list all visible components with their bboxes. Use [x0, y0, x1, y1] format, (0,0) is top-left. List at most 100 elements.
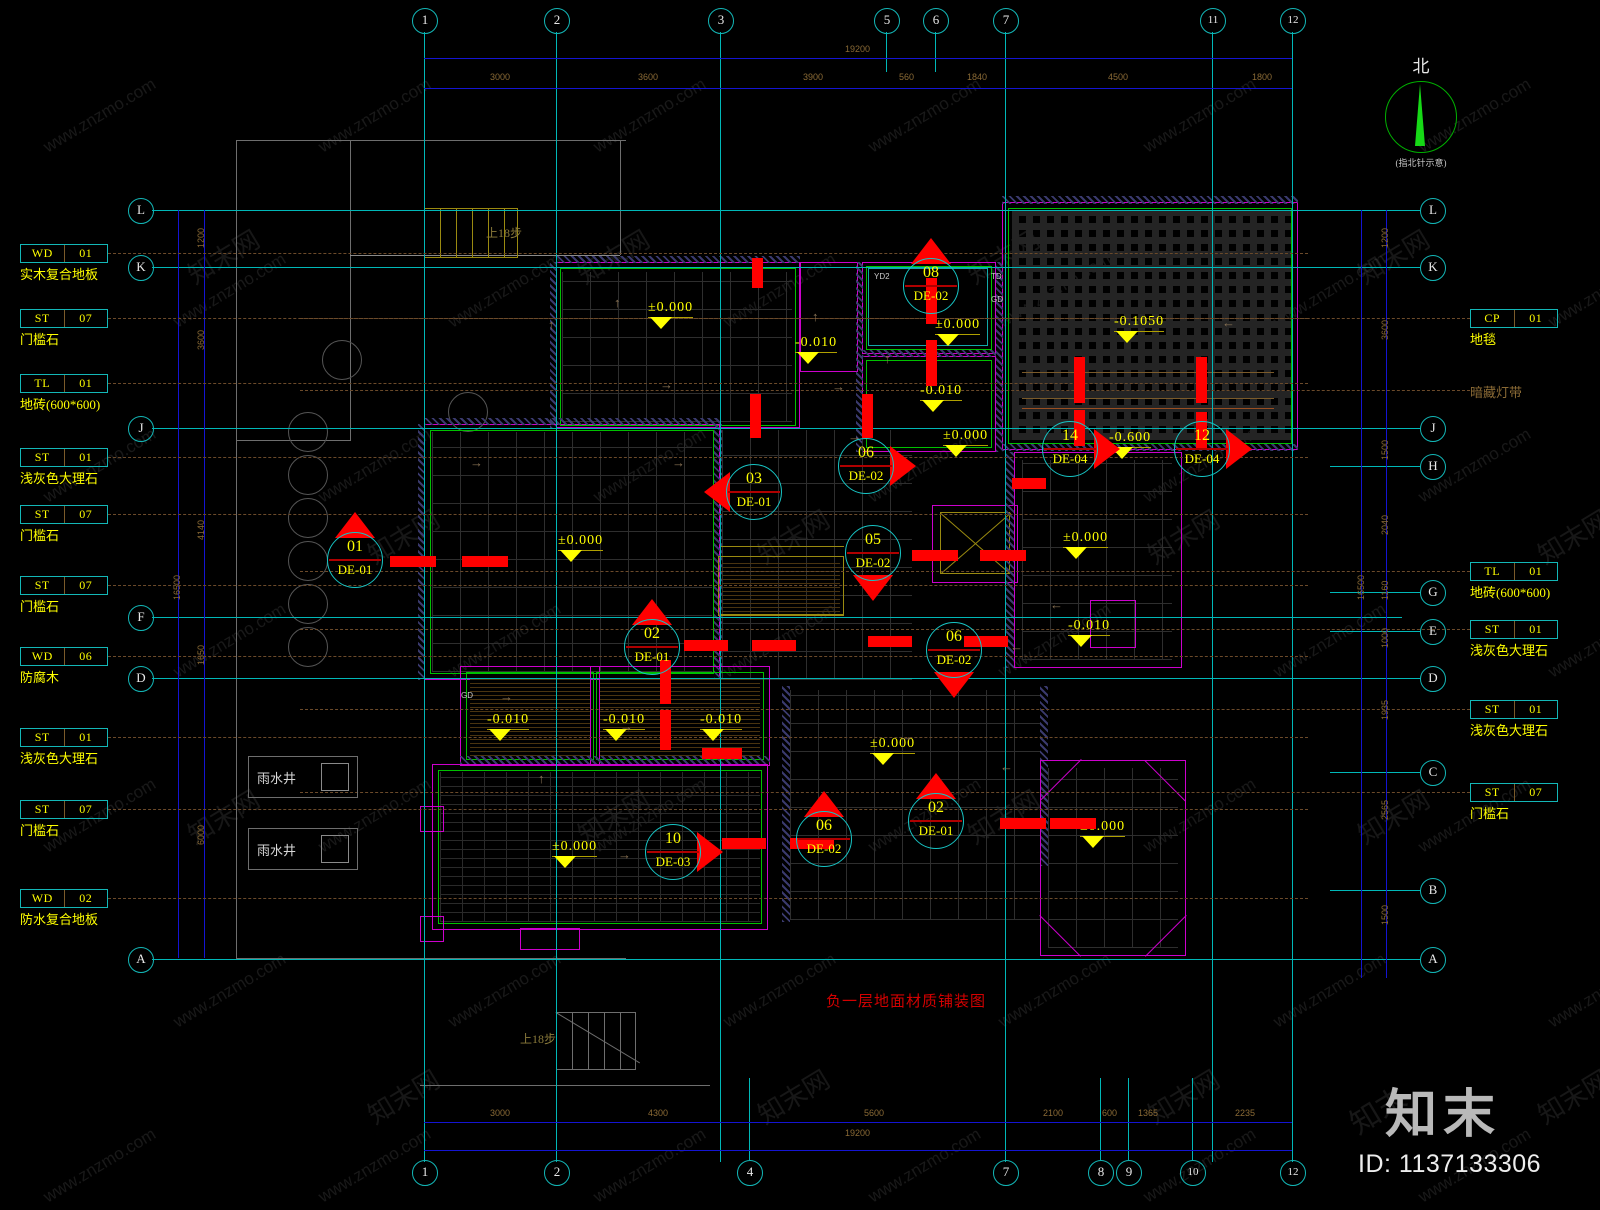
grid-bubble-right-G: G — [1420, 580, 1446, 606]
grid-line-right-H — [1330, 466, 1420, 467]
watermark-logo-text: 知末网 — [183, 224, 265, 291]
watermark-text: www.znzmo.com — [315, 424, 435, 507]
legend-right-item-0[interactable]: CP 01 地毯 — [1470, 309, 1558, 348]
legend-right-item-2[interactable]: TL 01 地砖(600*600) — [1470, 562, 1558, 601]
detail-callout-08-0[interactable]: 08 DE-02 — [903, 238, 959, 314]
compass-ring — [1385, 81, 1457, 153]
legend-left-item-9[interactable]: WD 02 防水复合地板 — [20, 889, 108, 928]
detail-callout-06-4[interactable]: 06 DE-02 — [838, 438, 916, 494]
level-mark-10: -0.010 — [487, 712, 530, 741]
level-mark-3: -0.010 — [920, 383, 963, 412]
flow-arrow-13-icon: → — [620, 719, 633, 734]
legend-left-item-8[interactable]: ST 07 门槛石 — [20, 800, 108, 839]
rain-well-2-label: 雨水井 — [257, 842, 297, 858]
level-value-8: ±0.000 — [1063, 530, 1109, 545]
legend-left-name-8: 门槛石 — [20, 823, 60, 838]
grid-bubble-right-K: K — [1420, 255, 1446, 281]
legend-right-item-4[interactable]: ST 01 浅灰色大理石 — [1470, 700, 1558, 739]
legend-left-item-3[interactable]: ST 01 浅灰色大理石 — [20, 448, 108, 487]
level-mark-1: -0.010 — [795, 335, 838, 364]
detail-callout-05-5[interactable]: 05 DE-02 — [845, 525, 901, 601]
legend-left-item-0[interactable]: WD 01 实木复合地板 — [20, 244, 108, 283]
detail-callout-06-8[interactable]: 06 DE-02 — [926, 622, 982, 698]
legend-left-item-4[interactable]: ST 07 门槛石 — [20, 505, 108, 544]
grid-line-top-12 — [1292, 32, 1293, 1162]
dim-bottom-seg-2: 5600 — [864, 1108, 885, 1118]
watermark-text: www.znzmo.com — [170, 249, 290, 332]
level-mark-5: ±0.000 — [943, 428, 989, 457]
legend-right-item-5[interactable]: ST 07 门槛石 — [1470, 783, 1558, 822]
grid-line-right-E — [1330, 631, 1420, 632]
legend-left-code-1: ST — [21, 310, 65, 327]
level-triangle-9 — [1070, 635, 1092, 647]
legend-left-item-6[interactable]: WD 06 防腐木 — [20, 647, 108, 686]
cad-drawing-canvas: www.znzmo.com www.znzmo.com www.znzmo.com w… — [0, 0, 1600, 1210]
grid-bubble-right-L: L — [1420, 198, 1446, 224]
callout-divider-5 — [847, 552, 899, 554]
callout-number-7: 02 — [644, 625, 660, 642]
detail-callout-03-3[interactable]: 03 DE-01 — [704, 464, 782, 520]
callout-divider-7 — [626, 646, 678, 648]
level-triangle-10 — [489, 729, 511, 741]
dim-top-seg-0: 3000 — [490, 72, 511, 82]
detail-callout-14-1[interactable]: 14 DE-04 — [1042, 421, 1120, 477]
legend-left-name-3: 浅灰色大理石 — [20, 471, 99, 486]
watermark-logo-text: 知末网 — [1353, 784, 1435, 851]
flow-arrow-12-icon: → — [500, 689, 513, 704]
grid-line-bottom-10 — [1192, 1078, 1193, 1160]
legend-left-code-box-5: ST 07 — [20, 576, 108, 595]
grid-line-top-7 — [1005, 32, 1006, 1162]
detail-callout-12-2[interactable]: 12 DE-04 — [1174, 421, 1252, 477]
legend-left-item-2[interactable]: TL 01 地砖(600*600) — [20, 374, 108, 413]
callout-divider-6 — [329, 559, 381, 561]
grid-bubble-right-B: B — [1420, 878, 1446, 904]
legend-left-no-4: 07 — [79, 507, 93, 521]
grid-bubble-right-D: D — [1420, 666, 1446, 692]
section-cut-dash-16 — [750, 394, 761, 438]
section-cut-dash-3 — [752, 640, 796, 651]
legend-right-item-1[interactable]: 暗藏灯带 — [1470, 381, 1522, 401]
legend-right-no-2: 01 — [1529, 564, 1543, 578]
legend-left-code-box-9: WD 02 — [20, 889, 108, 908]
dim-rail-bottom-outer — [424, 1150, 1292, 1151]
dim-bottom-seg-4: 600 — [1102, 1108, 1118, 1118]
legend-left-code-box-2: TL 01 — [20, 374, 108, 393]
callout-sheet-1: DE-04 — [1052, 451, 1088, 466]
dim-bottom-seg-3: 2100 — [1043, 1108, 1064, 1118]
legend-leader-left-8 — [108, 809, 1308, 810]
detail-callout-01-6[interactable]: 01 DE-01 — [327, 512, 383, 588]
level-triangle-4 — [1116, 331, 1138, 343]
legend-left-item-7[interactable]: ST 01 浅灰色大理石 — [20, 728, 108, 767]
legend-left-code-5: ST — [21, 577, 65, 594]
detail-callout-06-10[interactable]: 06 DE-02 — [796, 791, 852, 867]
watermark-text: www.znzmo.com — [865, 1124, 985, 1207]
rain-well-2-symbol — [321, 835, 349, 863]
legend-leader-left-4 — [108, 514, 1308, 515]
detail-callout-10-9[interactable]: 10 DE-03 — [645, 824, 723, 880]
callout-sheet-10: DE-02 — [806, 841, 842, 856]
watermark-text: www.znzmo.com — [40, 1124, 160, 1207]
level-mark-14: ±0.000 — [552, 839, 598, 868]
level-mark-0: ±0.000 — [648, 300, 694, 329]
watermark-logo-text: 知末网 — [363, 1064, 445, 1131]
legend-left-item-1[interactable]: ST 07 门槛石 — [20, 309, 108, 348]
section-cut-dash-8 — [868, 636, 912, 647]
flow-arrow-6-icon: ↑ — [812, 309, 819, 324]
detail-callout-02-11[interactable]: 02 DE-01 — [908, 773, 964, 849]
dim-top-seg-6: 1800 — [1252, 72, 1273, 82]
callout-number-6: 01 — [347, 538, 363, 555]
section-cut-dash-11 — [1050, 818, 1096, 829]
legend-left-item-5[interactable]: ST 07 门槛石 — [20, 576, 108, 615]
callout-number-4: 06 — [858, 444, 874, 461]
dim-bottom-seg-5: 1365 — [1138, 1108, 1159, 1118]
legend-leader-left-6 — [108, 656, 1308, 657]
legend-left-name-7: 浅灰色大理石 — [20, 751, 99, 766]
detail-callout-02-7[interactable]: 02 DE-01 — [624, 599, 680, 675]
flow-arrow-9-icon: ← — [1000, 759, 1013, 774]
watermark-text: www.znzmo.com — [1140, 74, 1260, 157]
grid-bubble-right-A: A — [1420, 947, 1446, 973]
legend-left-code-box-0: WD 01 — [20, 244, 108, 263]
grid-bubble-left-D: D — [128, 666, 154, 692]
level-value-12: -0.010 — [700, 712, 743, 727]
legend-right-item-3[interactable]: ST 01 浅灰色大理石 — [1470, 620, 1558, 659]
